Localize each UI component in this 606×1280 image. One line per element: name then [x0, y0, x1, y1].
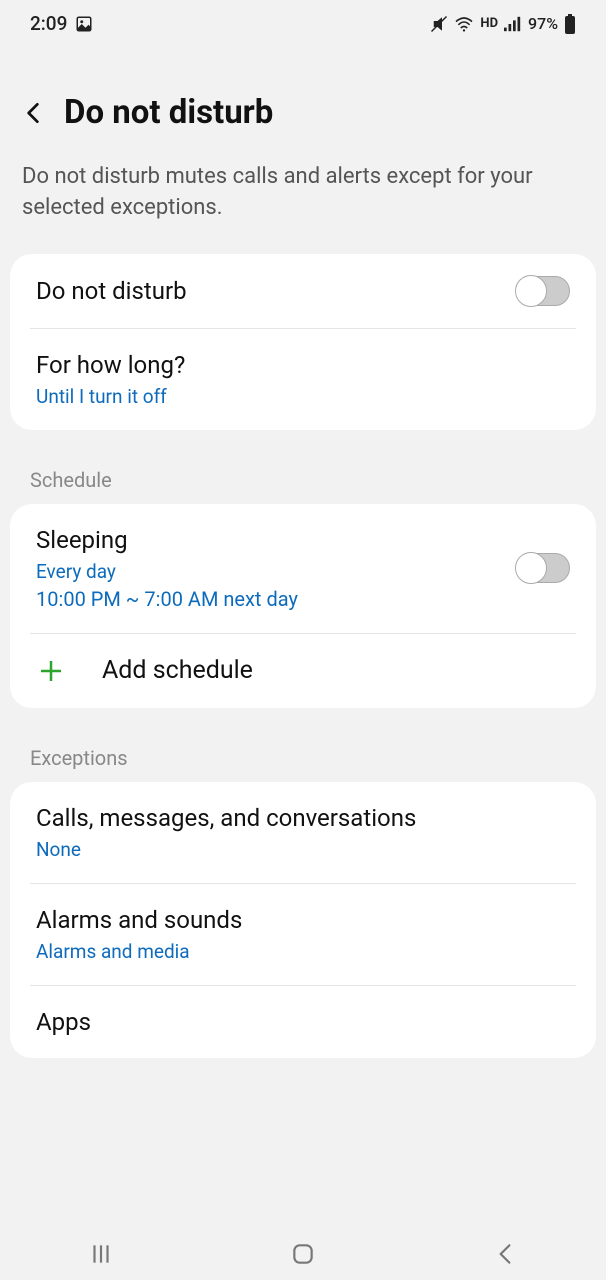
battery-percent: 97% — [528, 14, 558, 33]
sleeping-label: Sleeping — [36, 526, 516, 554]
plus-icon — [36, 656, 66, 686]
signal-icon — [504, 16, 522, 32]
duration-row[interactable]: For how long? Until I turn it off — [10, 329, 596, 430]
back-icon[interactable] — [20, 98, 46, 128]
dnd-label: Do not disturb — [36, 277, 516, 305]
alarms-value: Alarms and media — [36, 940, 570, 963]
dnd-toggle[interactable] — [516, 276, 570, 306]
network-hd-label: HD — [480, 16, 498, 31]
dnd-toggle-row[interactable]: Do not disturb — [10, 254, 596, 328]
dnd-card: Do not disturb For how long? Until I tur… — [10, 254, 596, 430]
exceptions-card: Calls, messages, and conversations None … — [10, 782, 596, 1058]
duration-value: Until I turn it off — [36, 385, 570, 408]
home-icon[interactable] — [290, 1241, 316, 1267]
add-schedule-label: Add schedule — [102, 656, 253, 685]
nav-bar — [0, 1228, 606, 1280]
add-schedule-row[interactable]: Add schedule — [10, 634, 596, 708]
photo-icon — [75, 15, 93, 33]
sleeping-toggle[interactable] — [516, 553, 570, 583]
sleeping-row[interactable]: Sleeping Every day 10:00 PM ~ 7:00 AM ne… — [10, 504, 596, 633]
apps-row[interactable]: Apps — [10, 986, 596, 1058]
status-time: 2:09 — [30, 12, 67, 35]
calls-value: None — [36, 838, 570, 861]
schedule-section-label: Schedule — [0, 442, 606, 504]
wifi-icon — [454, 16, 474, 32]
sleeping-time: 10:00 PM ~ 7:00 AM next day — [36, 587, 516, 611]
page-title: Do not disturb — [64, 93, 273, 132]
recents-icon[interactable] — [88, 1241, 114, 1267]
schedule-card: Sleeping Every day 10:00 PM ~ 7:00 AM ne… — [10, 504, 596, 708]
status-bar: 2:09 HD 97% — [0, 0, 606, 43]
nav-back-icon[interactable] — [492, 1241, 518, 1267]
alarms-row[interactable]: Alarms and sounds Alarms and media — [10, 884, 596, 985]
page-description: Do not disturb mutes calls and alerts ex… — [0, 152, 606, 254]
duration-label: For how long? — [36, 351, 570, 379]
calls-row[interactable]: Calls, messages, and conversations None — [10, 782, 596, 883]
apps-label: Apps — [36, 1008, 570, 1036]
battery-icon — [564, 14, 576, 34]
exceptions-section-label: Exceptions — [0, 720, 606, 782]
mute-icon — [430, 15, 448, 33]
calls-label: Calls, messages, and conversations — [36, 804, 570, 832]
sleeping-days: Every day — [36, 560, 516, 583]
alarms-label: Alarms and sounds — [36, 906, 570, 934]
